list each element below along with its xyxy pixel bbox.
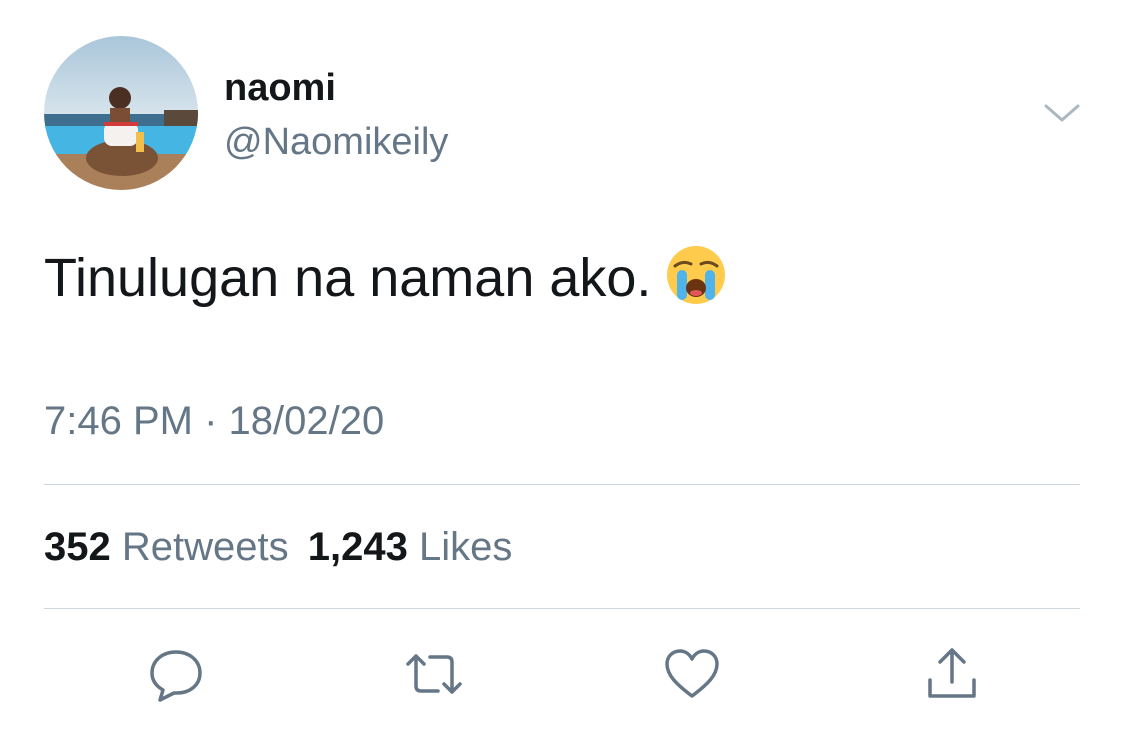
divider: [44, 608, 1080, 609]
likes-label[interactable]: Likes: [419, 525, 512, 569]
retweets-count[interactable]: 352: [44, 525, 111, 569]
tweet-text-content: Tinulugan na naman ako.: [44, 248, 652, 308]
avatar[interactable]: [44, 36, 198, 190]
tweet-text: Tinulugan na naman ako.: [44, 244, 727, 312]
divider: [44, 484, 1080, 485]
likes-count[interactable]: 1,243: [308, 525, 408, 569]
chevron-down-icon[interactable]: [1042, 98, 1082, 128]
display-name[interactable]: naomi: [224, 64, 336, 112]
retweet-icon[interactable]: [404, 644, 464, 704]
heart-icon[interactable]: [662, 644, 722, 704]
tweet-stats: 352 Retweets 1,243 Likes: [44, 522, 512, 572]
tweet-timestamp[interactable]: 7:46 PM · 18/02/20: [44, 396, 384, 446]
user-handle[interactable]: @Naomikeily: [224, 118, 448, 166]
retweets-label[interactable]: Retweets: [122, 525, 289, 569]
share-icon[interactable]: [922, 644, 982, 704]
loudly-crying-face-icon: [665, 244, 727, 306]
reply-icon[interactable]: [146, 644, 206, 704]
